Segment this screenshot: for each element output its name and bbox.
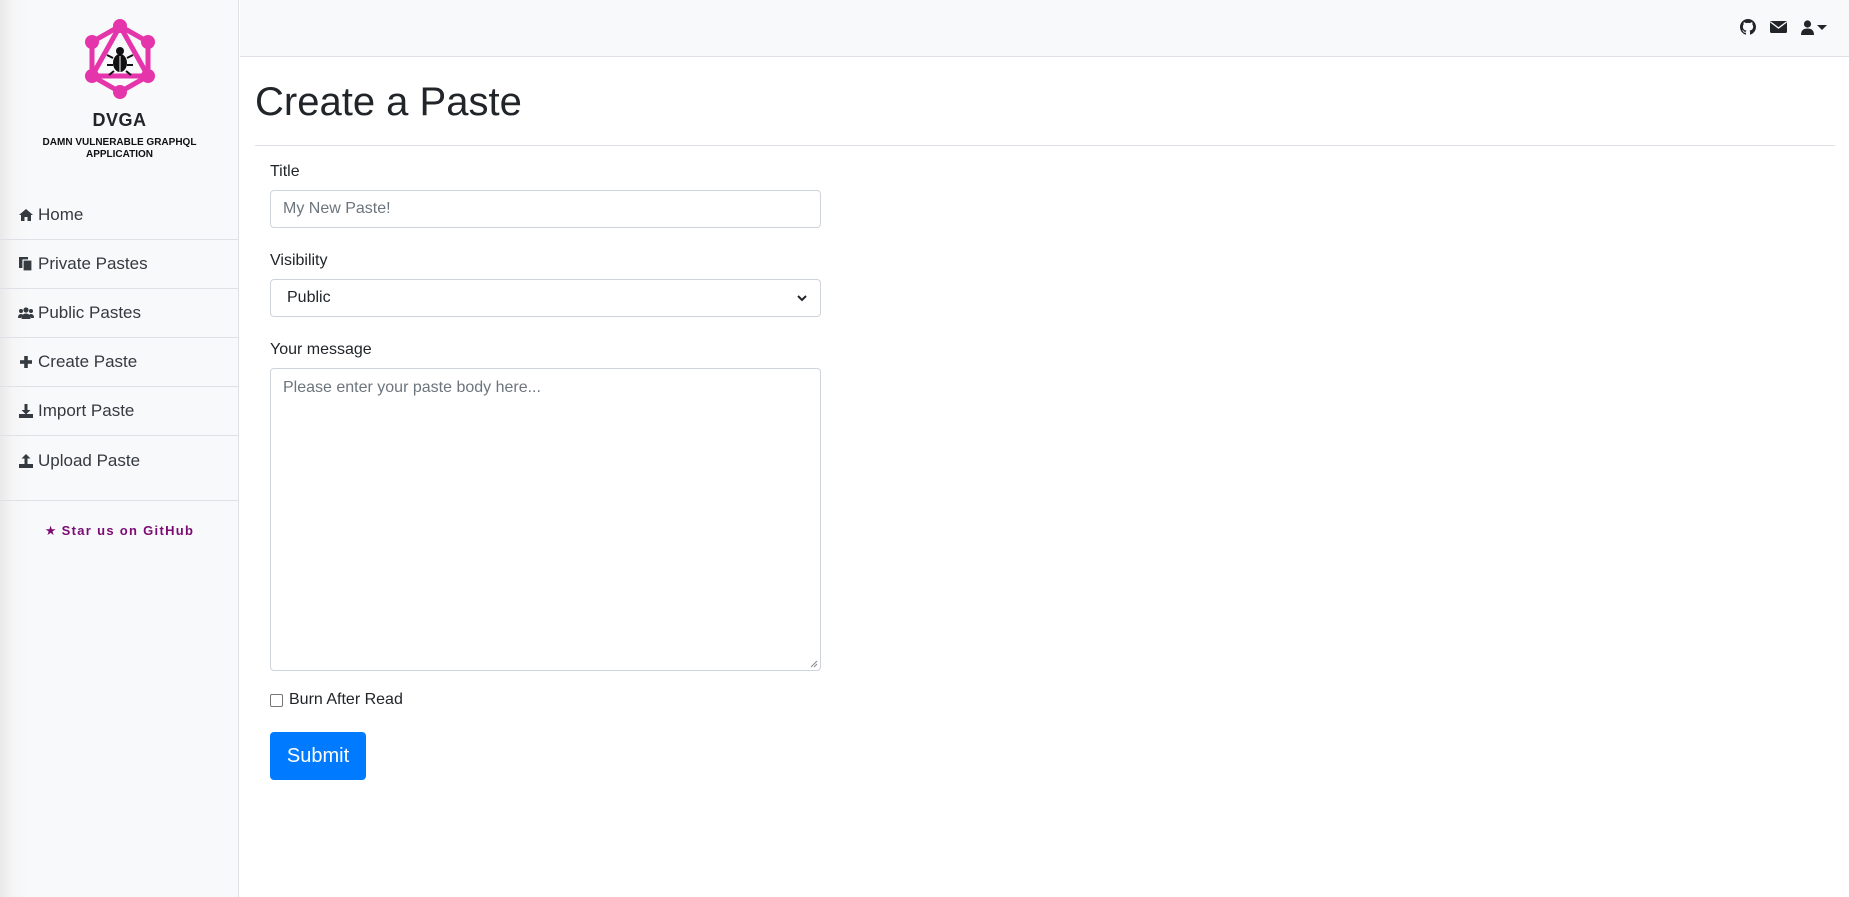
star-github-link[interactable]: ★ Star us on GitHub <box>0 523 239 539</box>
resize-handle-icon[interactable] <box>808 658 818 668</box>
download-icon <box>18 403 34 419</box>
top-icons <box>1740 19 1827 35</box>
sidebar-item-upload-paste[interactable]: Upload Paste <box>0 436 239 485</box>
sidebar-item-public-pastes[interactable]: Public Pastes <box>0 289 239 338</box>
sidebar-divider <box>0 500 239 501</box>
upload-icon <box>18 453 34 469</box>
submit-button[interactable]: Submit <box>270 732 366 780</box>
burn-after-read-row: Burn After Read <box>270 691 821 709</box>
brand-name: DVGA <box>92 110 147 130</box>
sidebar-nav: Home Private Pastes Public Pastes Create… <box>0 191 239 485</box>
plus-icon <box>18 354 34 370</box>
sidebar-item-label: Create Paste <box>38 352 138 371</box>
message-label: Your message <box>270 341 372 358</box>
sidebar-item-label: Upload Paste <box>38 450 141 470</box>
star-icon: ★ <box>44 523 58 538</box>
sidebar: DVGA DAMN VULNERABLE GRAPHQL APPLICATION… <box>0 0 239 897</box>
brand-subtitle: DAMN VULNERABLE GRAPHQL APPLICATION <box>42 137 197 160</box>
home-icon <box>18 207 34 223</box>
sidebar-item-home[interactable]: Home <box>0 191 239 240</box>
sidebar-item-label: Import Paste <box>38 401 135 420</box>
message-placeholder: Please enter your paste body here... <box>283 379 541 396</box>
visibility-label: Visibility <box>270 252 328 269</box>
page-title: Create a Paste <box>255 80 522 124</box>
title-divider <box>255 145 1835 146</box>
visibility-select[interactable]: Public <box>270 279 821 317</box>
graphql-bug-logo[interactable] <box>80 18 160 102</box>
user-icon <box>1801 19 1814 35</box>
message-textarea[interactable]: Please enter your paste body here... <box>270 368 821 671</box>
github-icon[interactable] <box>1740 19 1756 35</box>
user-menu-toggle[interactable] <box>1801 19 1827 35</box>
copy-icon <box>18 256 34 272</box>
sidebar-item-create-paste[interactable]: Create Paste <box>0 338 239 387</box>
top-navbar <box>240 0 1849 57</box>
title-input[interactable] <box>270 190 821 228</box>
star-link-label: Star us on GitHub <box>61 523 195 538</box>
burn-after-read-label[interactable]: Burn After Read <box>289 691 403 709</box>
title-label: Title <box>270 163 300 180</box>
sidebar-item-label: Public Pastes <box>38 303 141 322</box>
visibility-selected-value: Public <box>287 289 331 306</box>
create-paste-form: Title Visibility Public Your message Ple… <box>270 163 821 709</box>
sidebar-item-private-pastes[interactable]: Private Pastes <box>0 240 239 289</box>
chevron-down-icon <box>1817 24 1827 30</box>
sidebar-item-import-paste[interactable]: Import Paste <box>0 387 239 436</box>
sidebar-item-label: Home <box>38 205 84 224</box>
burn-after-read-checkbox[interactable] <box>270 693 283 707</box>
chevron-down-icon <box>797 295 807 302</box>
sidebar-item-label: Private Pastes <box>38 254 148 273</box>
brand: DVGA DAMN VULNERABLE GRAPHQL APPLICATION <box>0 18 239 161</box>
envelope-icon[interactable] <box>1770 20 1787 34</box>
users-icon <box>18 305 34 321</box>
